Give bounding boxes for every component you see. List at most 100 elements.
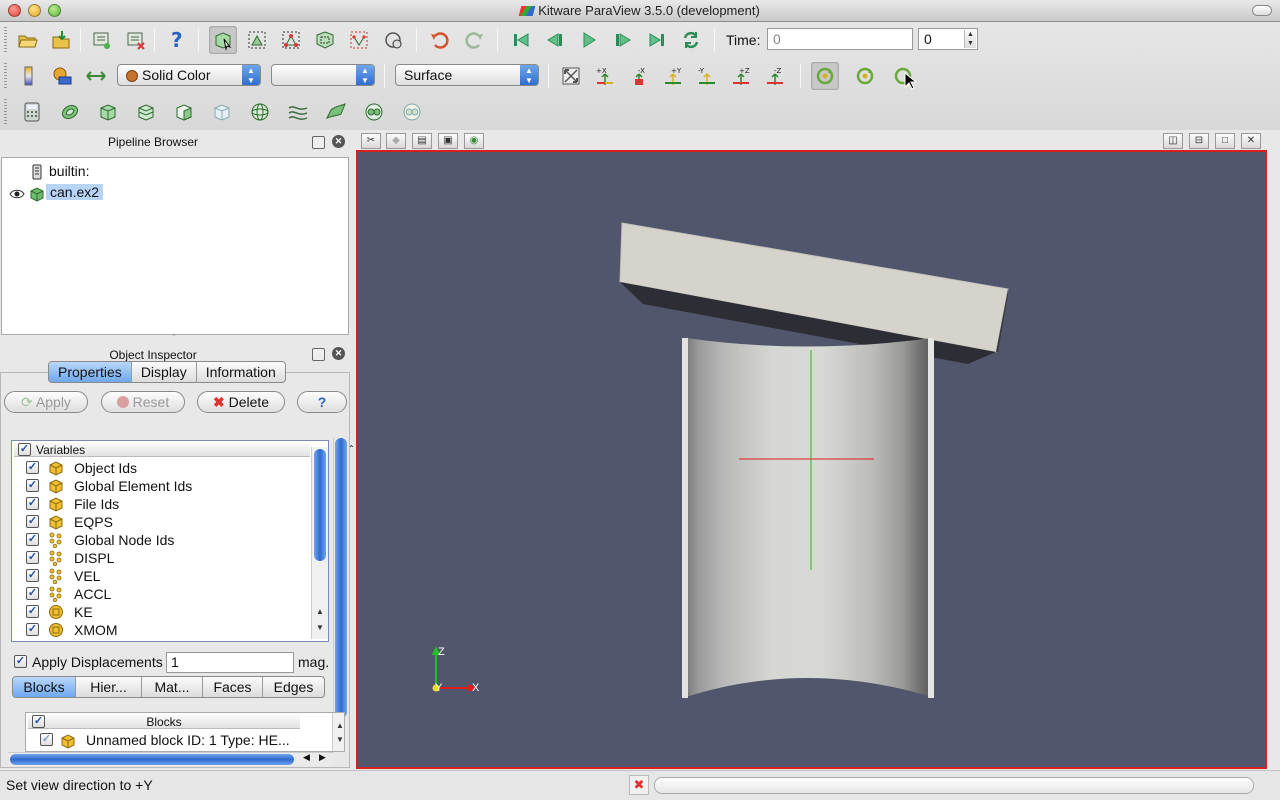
next-frame-button[interactable] [609,26,637,54]
apply-displacements-checkbox[interactable]: ✓ [14,655,27,668]
view-settings-icon[interactable]: ▤ [412,133,432,149]
inspector-hscrollbar[interactable]: ◀ ▶ [8,752,334,766]
spin-arrows-icon[interactable]: ▲ ▼ [964,30,976,48]
toolbar-grip[interactable] [4,63,7,89]
variable-checkbox[interactable]: ✓ [26,605,39,618]
previous-frame-button[interactable] [541,26,569,54]
select-block-button[interactable] [379,26,407,54]
rescale-range-button[interactable] [82,62,110,90]
select-cells-through-button[interactable] [311,26,339,54]
close-dock-icon[interactable]: ✕ [332,135,345,148]
clip-filter-button[interactable] [94,98,122,126]
extract-level-button[interactable] [398,98,426,126]
redo-button[interactable] [460,26,488,54]
calculator-filter-button[interactable] [18,98,46,126]
pipeline-item-can-ex2[interactable]: can.ex2 [2,184,348,204]
apply-button[interactable]: ⟳ Apply [4,391,88,413]
variable-checkbox[interactable]: ✓ [26,461,39,474]
variable-row[interactable]: ✓ ACCL [14,585,310,603]
glyph-filter-button[interactable] [246,98,274,126]
displacement-magnitude-input[interactable]: 1 [166,652,294,673]
block-row[interactable]: ✓ Unnamed block ID: 1 Type: HE... [28,732,300,750]
scroll-left-icon[interactable]: ◀ [303,752,310,763]
toolbar-grip[interactable] [4,99,7,125]
blocks-all-checkbox[interactable]: ✓ [32,715,45,728]
help-pill-button[interactable]: ? [297,391,347,413]
scroll-down-icon[interactable]: ▼ [333,735,344,744]
variable-checkbox[interactable]: ✓ [26,623,39,636]
block-checkbox[interactable]: ✓ [40,733,53,746]
eye-visibility-icon[interactable] [9,188,25,200]
scroll-up-icon[interactable]: ▲ [313,607,327,616]
group-datasets-button[interactable] [360,98,388,126]
disconnect-server-button[interactable] [122,26,150,54]
select-points-on-button[interactable] [277,26,305,54]
view-split-tool-icon[interactable]: ✂ [361,133,381,149]
float-dock-icon[interactable] [312,348,325,361]
select-points-through-button[interactable] [345,26,373,54]
abort-progress-button[interactable]: ✖ [629,775,649,795]
variable-row[interactable]: ✓ File Ids [14,495,310,513]
toolbar-toggle-button[interactable] [1252,5,1272,16]
variable-checkbox[interactable]: ✓ [26,497,39,510]
variable-row[interactable]: ✓ DISPL [14,549,310,567]
tab-materials[interactable]: Mat... [142,677,203,697]
maximize-view-icon[interactable]: □ [1215,133,1235,149]
split-horizontal-icon[interactable]: ◫ [1163,133,1183,149]
tab-hierarchy[interactable]: Hier... [76,677,142,697]
inspector-scrollbar[interactable] [333,438,347,750]
scroll-down-icon[interactable]: ▼ [313,623,327,632]
splitter-handle-icon[interactable]: ⌃ [171,333,179,341]
connect-server-button[interactable] [88,26,116,54]
view-camera-icon[interactable]: ◉ [464,133,484,149]
toolbar-grip[interactable] [4,27,7,53]
delete-button[interactable]: ✖ Delete [197,391,285,413]
splitter-arrow-icon[interactable]: ⌃ [348,444,355,453]
interact-mode-button[interactable] [209,26,237,54]
variable-row[interactable]: ✓ VEL [14,567,310,585]
color-by-select[interactable]: Solid Color ▲ ▼ [117,64,261,86]
render-canvas[interactable]: Z Y X [358,152,1265,767]
representation-select[interactable]: Surface ▲ ▼ [395,64,539,86]
tab-edges[interactable]: Edges [263,677,324,697]
tab-display[interactable]: Display [132,362,197,382]
close-dock-icon[interactable]: ✕ [332,347,345,360]
view-plus-z-button[interactable]: +Z [727,62,755,90]
inspector-scroll-thumb[interactable] [335,438,347,718]
play-button[interactable] [575,26,603,54]
tab-information[interactable]: Information [197,362,285,382]
color-component-select[interactable]: ▲ ▼ [271,64,375,86]
scroll-right-icon[interactable]: ▶ [319,752,326,763]
reset-button[interactable]: Reset [101,391,185,413]
variables-scroll-thumb[interactable] [314,449,326,561]
slice-filter-button[interactable] [132,98,160,126]
variable-checkbox[interactable]: ✓ [26,551,39,564]
variable-row[interactable]: ✓ Object Ids [14,459,310,477]
load-state-button[interactable] [48,26,76,54]
undo-button[interactable] [426,26,454,54]
loop-button[interactable] [677,26,705,54]
first-frame-button[interactable] [507,26,535,54]
contour-filter-button[interactable] [56,98,84,126]
variable-checkbox[interactable]: ✓ [26,587,39,600]
select-cells-on-button[interactable] [243,26,271,54]
tab-faces[interactable]: Faces [203,677,263,697]
variable-row[interactable]: ✓ Global Node Ids [14,531,310,549]
variable-row[interactable]: ✓ XMOM [14,621,310,639]
variable-row[interactable]: ✓ KE [14,603,310,621]
split-vertical-icon[interactable]: ⊟ [1189,133,1209,149]
variables-all-checkbox[interactable]: ✓ [18,443,31,456]
threshold-filter-button[interactable] [170,98,198,126]
last-frame-button[interactable] [643,26,671,54]
help-button[interactable]: ? [163,26,191,54]
variable-checkbox[interactable]: ✓ [26,569,39,582]
reset-center-button[interactable] [851,62,879,90]
edit-color-map-button[interactable] [48,62,76,90]
view-plus-x-button[interactable]: +X [591,62,619,90]
view-plus-y-button[interactable]: +Y [659,62,687,90]
variables-scrollbar[interactable]: ▲ ▼ [311,447,328,639]
view-minus-x-button[interactable]: -X [625,62,653,90]
close-view-icon[interactable]: ✕ [1241,133,1261,149]
view-minus-y-button[interactable]: -Y [693,62,721,90]
extract-subset-button[interactable] [208,98,236,126]
